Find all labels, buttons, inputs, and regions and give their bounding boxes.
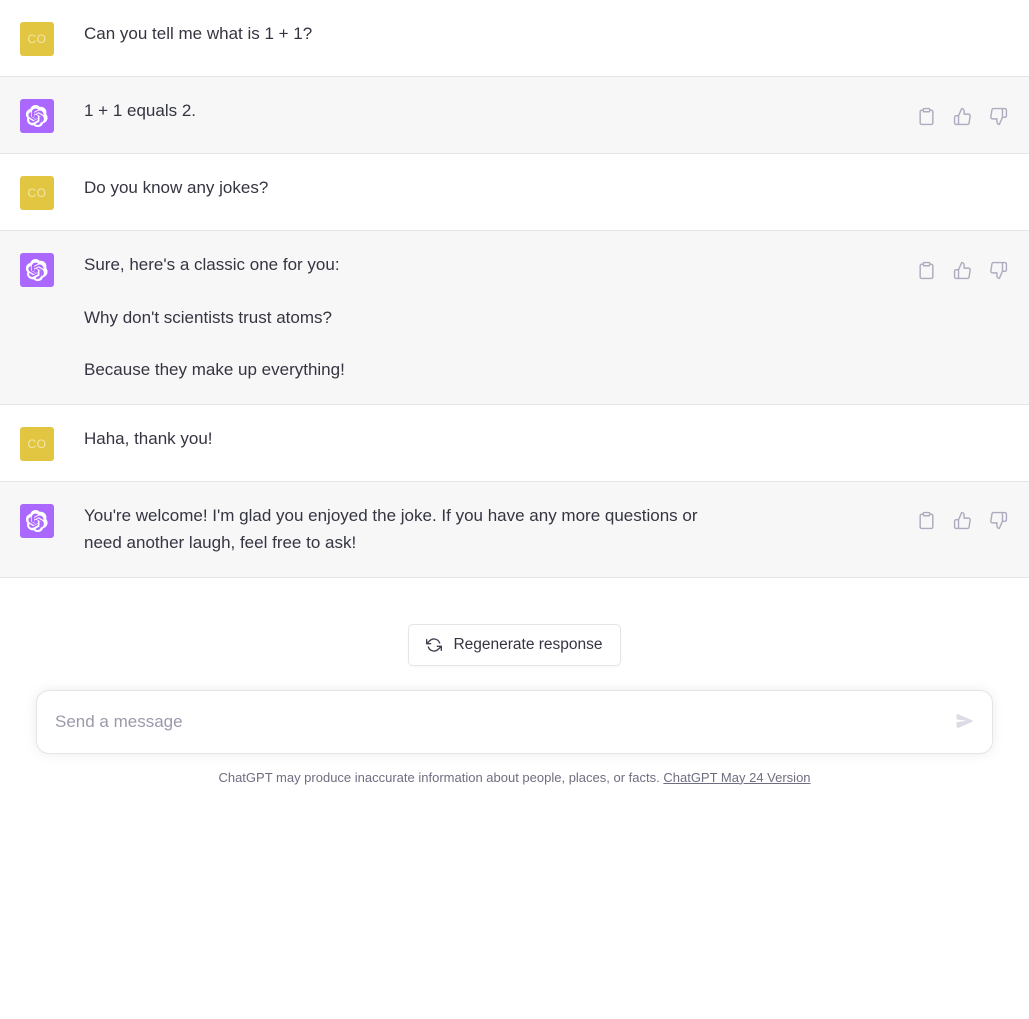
message-text: Haha, thank you! [84,425,363,453]
message-inner: CO Do you know any jokes? [0,154,1029,230]
message-actions [915,510,1009,532]
send-button[interactable] [950,708,978,736]
message-composer[interactable] [36,689,993,754]
send-icon [955,712,974,731]
avatar-initials: CO [27,32,47,46]
message-inner: 1 + 1 equals 2. [0,77,1029,153]
chatgpt-avatar [20,99,54,133]
message-paragraph: Because they make up everything! [84,360,345,380]
message-row-assistant: Sure, here's a classic one for you: Why d… [0,231,1029,405]
copy-icon[interactable] [915,259,937,281]
regenerate-response-button[interactable]: Regenerate response [408,623,621,666]
message-inner: Sure, here's a classic one for you: Why d… [0,231,1029,404]
composer-area: Regenerate response ChatGPT may produce … [0,577,1029,1019]
user-avatar: CO [20,22,54,56]
thumbs-down-icon[interactable] [987,105,1009,127]
user-avatar: CO [20,176,54,210]
message-paragraph: You're welcome! I'm glad you enjoyed the… [84,505,698,553]
message-paragraph: 1 + 1 equals 2. [84,101,197,120]
thumbs-up-icon[interactable] [951,259,973,281]
message-paragraph: Why don't scientists trust atoms? [84,307,332,327]
message-text: You're welcome! I'm glad you enjoyed the… [84,502,874,557]
user-avatar: CO [20,426,54,461]
thumbs-up-icon[interactable] [951,105,973,127]
regenerate-response-label: Regenerate response [453,635,603,653]
message-text: Do you know any jokes? [84,174,418,202]
chatgpt-avatar [20,253,54,287]
refresh-icon [426,637,443,653]
message-input[interactable] [37,690,992,753]
avatar-initials: CO [27,436,47,451]
message-paragraph: Sure, here's a classic one for you: [84,255,340,274]
message-actions [915,259,1009,281]
message-row-user: CO Can you tell me what is 1 + 1? [0,0,1029,77]
chatgpt-app: CO Can you tell me what is 1 + 1? 1 + 1 eq… [0,0,1029,1019]
message-paragraph: Do you know any jokes? [84,178,269,197]
avatar-initials: CO [27,186,47,200]
message-row-user: CO Haha, thank you! [0,404,1029,482]
thumbs-down-icon[interactable] [987,259,1009,281]
message-paragraph: Can you tell me what is 1 + 1? [84,24,313,43]
copy-icon[interactable] [915,105,937,127]
version-link[interactable]: ChatGPT May 24 Version [663,770,810,785]
message-text: Sure, here's a classic one for you: Why d… [84,251,495,384]
message-row-assistant: 1 + 1 equals 2. [0,77,1029,154]
message-paragraph: Haha, thank you! [84,428,213,448]
message-inner: CO Haha, thank you! [0,405,1029,481]
message-row-user: CO Do you know any jokes? [0,154,1029,231]
message-text: 1 + 1 equals 2. [84,97,346,125]
thumbs-up-icon[interactable] [951,510,973,532]
disclaimer-text: ChatGPT may produce inaccurate informati… [218,769,660,785]
message-inner: CO Can you tell me what is 1 + 1? [0,0,1029,76]
copy-icon[interactable] [915,510,937,532]
message-actions [915,105,1009,127]
chatgpt-avatar [20,503,54,538]
conversation-thread: CO Can you tell me what is 1 + 1? 1 + 1 eq… [0,0,1029,578]
message-row-assistant: You're welcome! I'm glad you enjoyed the… [0,481,1029,578]
message-inner: You're welcome! I'm glad you enjoyed the… [0,482,1029,577]
message-text: Can you tell me what is 1 + 1? [84,20,462,48]
footer-disclaimer: ChatGPT may produce inaccurate informati… [218,770,810,785]
thumbs-down-icon[interactable] [987,510,1009,532]
